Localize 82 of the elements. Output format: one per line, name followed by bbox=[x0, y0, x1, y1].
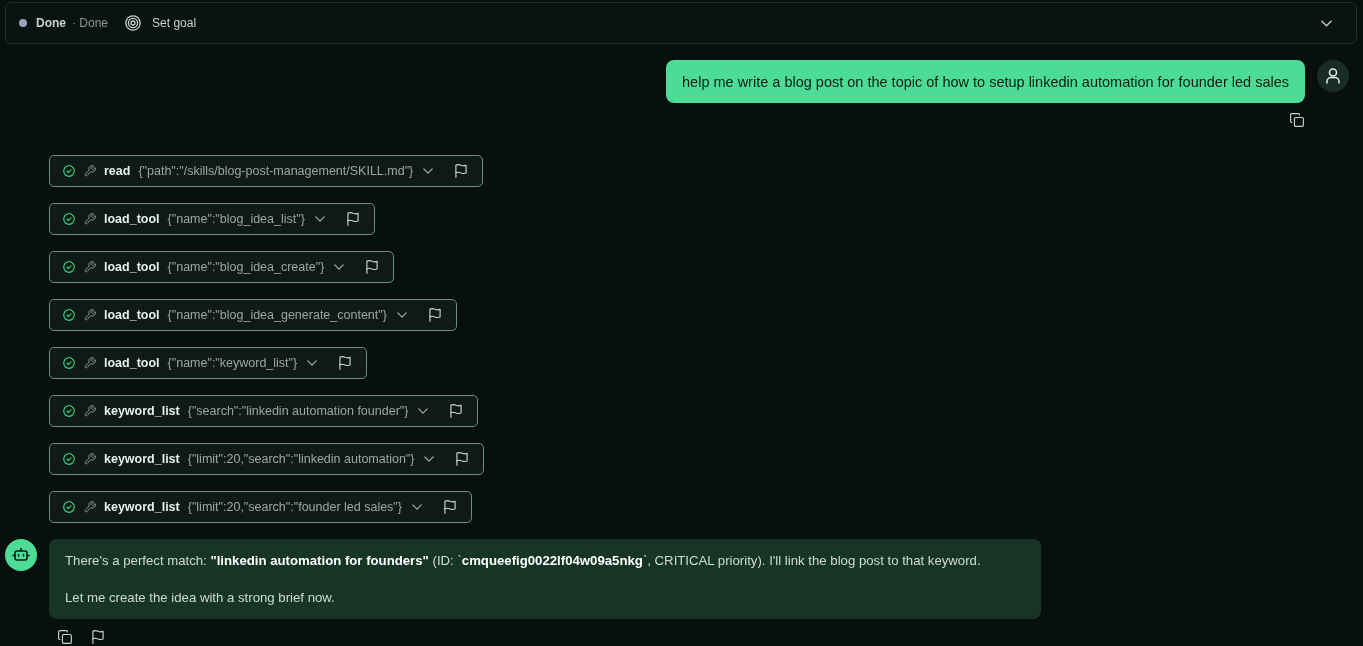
tool-arguments: {"limit":20,"search":"founder led sales"} bbox=[187, 500, 402, 514]
flag-icon bbox=[427, 308, 442, 322]
set-goal-button[interactable]: Set goal bbox=[125, 15, 197, 31]
chevron-down-icon bbox=[314, 216, 325, 222]
chevron-down-icon bbox=[411, 504, 422, 510]
tool-call-card[interactable]: load_tool {"name":"blog_idea_generate_content"} bbox=[49, 299, 457, 331]
status-dot-icon bbox=[19, 19, 27, 27]
tool-call-card[interactable]: load_tool {"name":"keyword_list"} bbox=[49, 347, 368, 379]
robot-avatar-icon bbox=[5, 539, 37, 571]
expand-button[interactable] bbox=[1321, 19, 1332, 27]
flag-button[interactable] bbox=[338, 356, 353, 370]
expand-button[interactable] bbox=[314, 216, 325, 222]
assistant-message-text: There's a perfect match: "linkedin automation for founders" (ID: `cmqueefig0022lf04w09a5nkg`, CRITICAL priority). I'll link the blog post to that keyword. bbox=[65, 552, 982, 570]
wrench-icon bbox=[84, 165, 96, 177]
tool-arguments: {"name":"blog_idea_generate_content"} bbox=[167, 308, 387, 322]
wrench-icon bbox=[84, 309, 96, 321]
chevron-down-icon bbox=[424, 456, 435, 462]
chevron-down-icon bbox=[423, 168, 434, 174]
wrench-icon bbox=[84, 501, 96, 513]
wrench-icon bbox=[84, 453, 96, 465]
tool-arguments: {"name":"keyword_list"} bbox=[167, 356, 298, 370]
tool-arguments: {"name":"blog_idea_list"} bbox=[167, 212, 305, 226]
wrench-icon bbox=[84, 357, 96, 369]
target-icon bbox=[125, 15, 142, 31]
expand-button[interactable] bbox=[424, 456, 435, 462]
copy-icon bbox=[1290, 113, 1304, 127]
expand-button[interactable] bbox=[423, 168, 434, 174]
flag-icon bbox=[345, 212, 360, 226]
chevron-icon bbox=[1321, 19, 1332, 27]
flag-button[interactable] bbox=[91, 630, 105, 644]
flag-button[interactable] bbox=[427, 308, 442, 322]
tool-name: keyword_list bbox=[104, 404, 180, 418]
chevron-down-icon bbox=[418, 408, 429, 414]
tool-arguments: {"name":"blog_idea_create"} bbox=[167, 260, 325, 274]
tool-call-card[interactable]: read {"path":"/skills/blog-post-management/SKILL.md"} bbox=[49, 155, 484, 187]
wrench-icon bbox=[84, 213, 96, 225]
expand-button[interactable] bbox=[307, 360, 318, 366]
flag-button[interactable] bbox=[455, 452, 470, 466]
flag-button[interactable] bbox=[442, 500, 457, 514]
assistant-message-text: Let me create the idea with a strong brief now. bbox=[65, 589, 336, 607]
flag-button[interactable] bbox=[449, 404, 464, 418]
flag-icon bbox=[442, 500, 457, 514]
tool-name: load_tool bbox=[104, 308, 160, 322]
status-detail: · Done bbox=[72, 16, 109, 30]
tool-name: load_tool bbox=[104, 356, 160, 370]
tool-name: keyword_list bbox=[104, 452, 180, 466]
status-label: Done bbox=[36, 16, 66, 30]
tool-name: load_tool bbox=[104, 260, 160, 274]
tool-name: read bbox=[104, 164, 131, 178]
tool-name: load_tool bbox=[104, 212, 160, 226]
expand-button[interactable] bbox=[411, 504, 422, 510]
copy-button[interactable] bbox=[1290, 113, 1304, 127]
tool-call-card[interactable]: load_tool {"name":"blog_idea_create"} bbox=[49, 251, 395, 283]
user-message: help me write a blog post on the topic of how to setup linkedin automation for founder led sales bbox=[666, 60, 1305, 103]
user-avatar-icon bbox=[1317, 60, 1349, 92]
flag-button[interactable] bbox=[454, 164, 469, 178]
copy-button[interactable] bbox=[58, 630, 72, 644]
copy-icon bbox=[58, 630, 72, 644]
flag-button[interactable] bbox=[345, 212, 360, 226]
wrench-icon bbox=[84, 405, 96, 417]
flag-icon bbox=[454, 164, 469, 178]
flag-button[interactable] bbox=[365, 260, 380, 274]
expand-button[interactable] bbox=[418, 408, 429, 414]
flag-icon bbox=[455, 452, 470, 466]
tool-call-card[interactable]: keyword_list {"limit":20,"search":"founder led sales"} bbox=[49, 491, 472, 523]
chevron-down-icon bbox=[307, 360, 318, 366]
expand-button[interactable] bbox=[396, 312, 407, 318]
tool-arguments: {"search":"linkedin automation founder"} bbox=[187, 404, 409, 418]
chevron-down-icon bbox=[396, 312, 407, 318]
chevron-down-icon bbox=[334, 264, 345, 270]
flag-icon bbox=[91, 630, 105, 644]
flag-icon bbox=[365, 260, 380, 274]
tool-call-card[interactable]: load_tool {"name":"blog_idea_list"} bbox=[49, 203, 375, 235]
tool-name: keyword_list bbox=[104, 500, 180, 514]
tool-arguments: {"limit":20,"search":"linkedin automation"} bbox=[187, 452, 415, 466]
flag-icon bbox=[338, 356, 353, 370]
flag-icon bbox=[449, 404, 464, 418]
expand-button[interactable] bbox=[334, 264, 345, 270]
tool-call-card[interactable]: keyword_list {"search":"linkedin automation founder"} bbox=[49, 395, 479, 427]
tool-call-card[interactable]: keyword_list {"limit":20,"search":"linkedin automation"} bbox=[49, 443, 485, 475]
wrench-icon bbox=[84, 261, 96, 273]
tool-arguments: {"path":"/skills/blog-post-management/SKILL.md"} bbox=[138, 164, 414, 178]
